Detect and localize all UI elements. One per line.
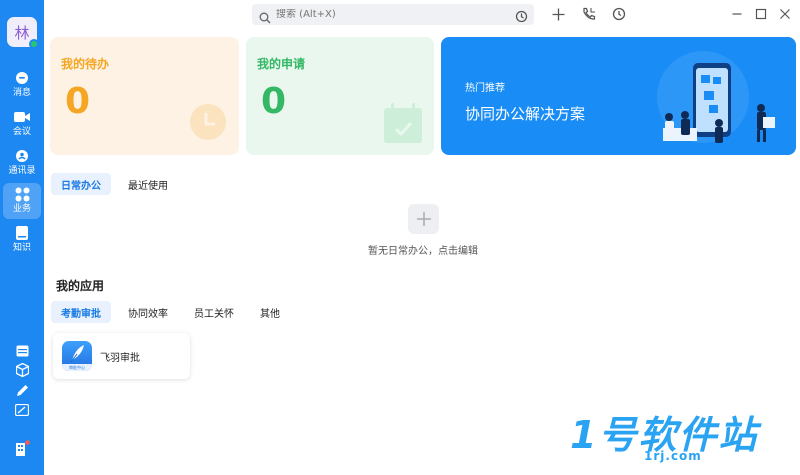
sidebar-item-label: 业务 — [12, 204, 31, 214]
todo-card[interactable]: 我的待办 0 — [50, 37, 239, 155]
apply-count: 0 — [261, 81, 287, 122]
empty-state-text: 暂无日常办公，点击编辑 — [368, 246, 478, 257]
watermark-url: 1rj.com — [644, 449, 702, 463]
avatar-char: 林 — [14, 23, 30, 42]
sidebar-item-contacts[interactable]: 通讯录 — [3, 145, 41, 181]
sidebar-item-meetings[interactable]: 会议 — [3, 106, 41, 142]
minimize-icon[interactable] — [729, 6, 745, 22]
app-card[interactable]: 审批中心 飞羽审批 — [53, 333, 190, 379]
book-icon — [14, 225, 30, 241]
sidebar-item-business[interactable]: 业务 — [3, 183, 41, 219]
sidebar-item-knowledge[interactable]: 知识 — [3, 222, 41, 258]
watermark-logo: 1号软件站 1rj.com — [570, 404, 790, 470]
plus-icon — [416, 212, 431, 226]
online-status-dot — [29, 39, 39, 49]
tab-recent[interactable]: 最近使用 — [118, 173, 178, 195]
sidebar-item-label: 知识 — [12, 243, 31, 253]
sidebar-item-label: 通讯录 — [8, 166, 36, 176]
promo-illustration — [639, 45, 789, 155]
sidebar-item-label: 消息 — [12, 88, 31, 98]
todo-card-title: 我的待办 — [61, 57, 110, 71]
cube-icon[interactable] — [13, 362, 31, 378]
contacts-icon — [14, 148, 30, 164]
section-title: 我的应用 — [56, 279, 105, 293]
apply-card-title: 我的申请 — [257, 57, 306, 71]
apps-grid-icon — [14, 186, 30, 202]
sidebar-item-messages[interactable]: 消息 — [3, 67, 41, 103]
add-office-button[interactable] — [408, 204, 439, 234]
feather-approval-icon: 审批中心 — [62, 341, 92, 371]
history-clock-icon[interactable] — [515, 8, 528, 23]
sidebar-item-label: 会议 — [12, 127, 31, 137]
search-icon — [259, 9, 271, 23]
apply-card[interactable]: 我的申请 0 — [246, 37, 434, 155]
message-icon — [14, 70, 30, 86]
video-icon — [14, 109, 30, 125]
tab-employee-care[interactable]: 员工关怀 — [184, 301, 244, 323]
tab-collaboration[interactable]: 协同效率 — [118, 301, 178, 323]
calendar-check-icon — [383, 102, 423, 148]
promo-label: 热门推荐 — [465, 83, 505, 94]
promo-banner[interactable]: 热门推荐 协同办公解决方案 — [441, 37, 796, 155]
todo-count: 0 — [65, 81, 91, 122]
promo-title: 协同办公解决方案 — [465, 105, 586, 123]
tab-daily-office[interactable]: 日常办公 — [51, 173, 111, 195]
sidebar: 林 消息 会议 通讯录 业务 知识 — [0, 0, 44, 475]
recent-history-icon[interactable] — [611, 6, 627, 22]
clock-icon — [189, 103, 227, 145]
close-icon[interactable] — [777, 6, 793, 22]
avatar[interactable]: 林 — [7, 17, 39, 49]
cast-icon[interactable] — [13, 402, 31, 418]
search-input[interactable] — [276, 9, 506, 20]
building-icon[interactable] — [13, 440, 31, 456]
tab-other[interactable]: 其他 — [250, 301, 290, 323]
maximize-icon[interactable] — [753, 6, 769, 22]
add-icon[interactable] — [550, 6, 566, 22]
phone-icon[interactable] — [581, 6, 597, 22]
app-badge: 审批中心 — [62, 364, 92, 371]
pen-icon[interactable] — [13, 382, 31, 398]
search-box[interactable] — [252, 4, 534, 25]
app-name: 飞羽审批 — [100, 353, 140, 364]
tab-attendance-approval[interactable]: 考勤审批 — [51, 301, 111, 323]
calendar-icon[interactable] — [13, 342, 31, 358]
